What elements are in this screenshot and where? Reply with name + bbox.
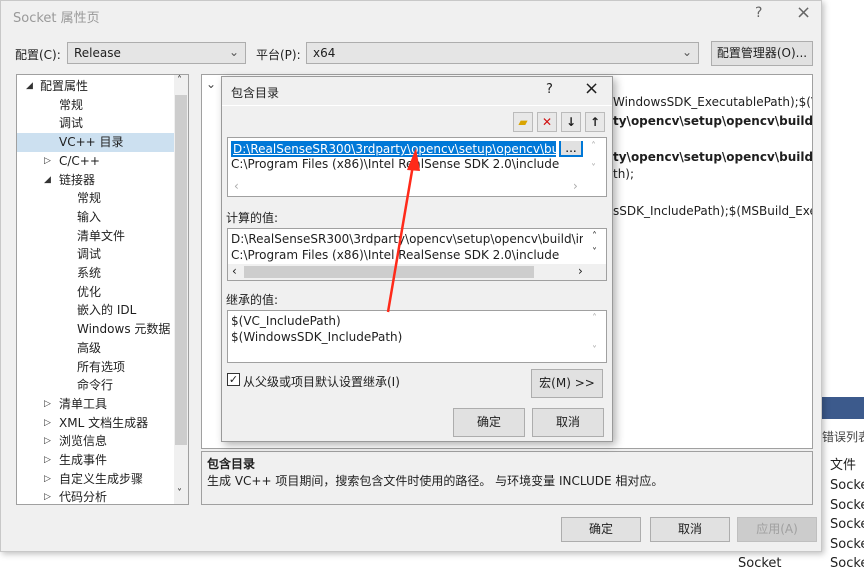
arrow-shaft [386,164,415,313]
arrow-head-icon [407,148,420,171]
annotation-arrow [386,148,420,313]
